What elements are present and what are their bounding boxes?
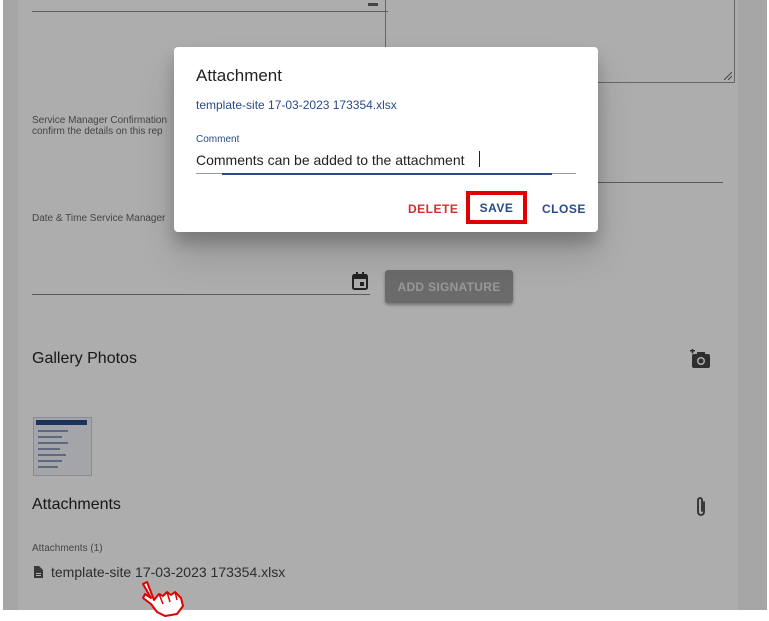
close-button[interactable]: CLOSE [536,198,592,220]
attachment-dialog: Attachment template-site 17-03-2023 1733… [174,47,598,232]
save-button[interactable]: SAVE [466,191,527,224]
dialog-file-name: template-site 17-03-2023 173354.xlsx [196,98,397,112]
delete-button[interactable]: DELETE [402,198,464,220]
hand-pointer-icon [142,581,184,617]
dialog-title: Attachment [196,66,282,85]
comment-focus-underline [222,173,552,175]
comment-input[interactable] [196,149,576,171]
comment-label: Comment [196,134,240,145]
text-caret [479,151,480,167]
